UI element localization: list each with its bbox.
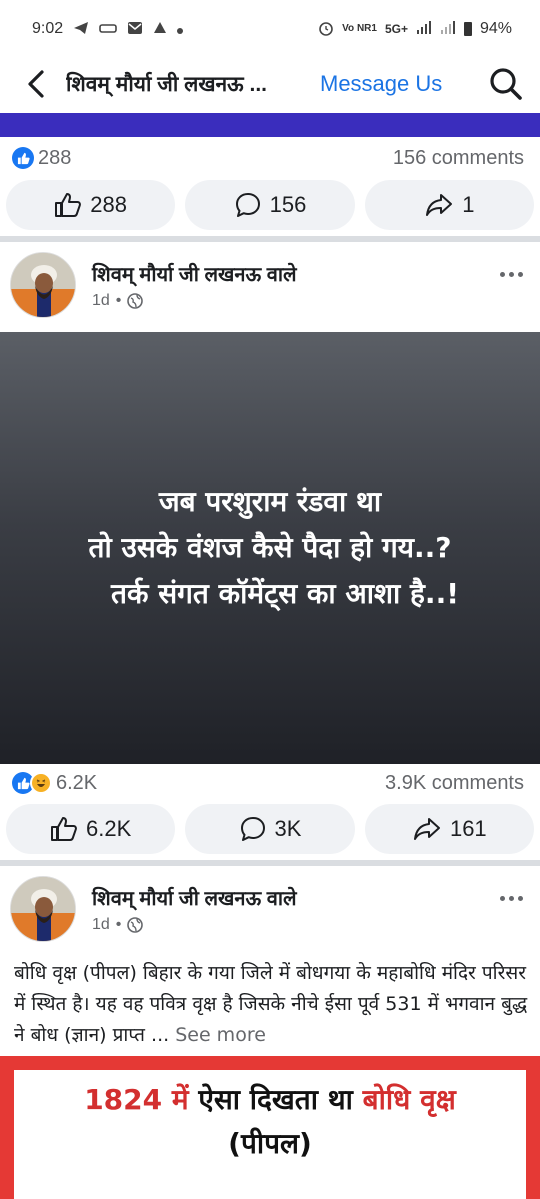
post2-header: शिवम् मौर्या जी लखनऊ वाले 1d •: [0, 252, 540, 332]
app-header: शिवम् मौर्या जी लखनऊ ... Message Us: [0, 58, 540, 110]
card-line-1: जब परशुराम रंडवा था: [158, 485, 382, 518]
post2-reaction-count: 6.2K: [56, 771, 98, 794]
avatar[interactable]: [10, 876, 76, 942]
post1-comments-summary[interactable]: 156 comments: [393, 147, 524, 170]
search-button[interactable]: [486, 64, 526, 104]
back-arrow-icon: [28, 70, 44, 98]
share-icon: [426, 194, 453, 216]
globe-icon: [127, 917, 144, 933]
image-headline-black: ऐसा दिखता था: [198, 1083, 363, 1116]
post3-author[interactable]: शिवम् मौर्या जी लखनऊ वाले: [92, 884, 297, 911]
page-title: शिवम् मौर्या जी लखनऊ ...: [66, 73, 267, 96]
post-separator: [0, 860, 540, 866]
post1-share-label: 1: [462, 192, 475, 217]
post2-reaction-summary[interactable]: 6.2K 3.9K comments: [0, 765, 540, 801]
post2-comment-label: 3K: [274, 816, 302, 841]
status-time: 9:02: [32, 20, 64, 37]
post2-dot: •: [115, 292, 122, 309]
haha-reaction-icon: [30, 772, 52, 794]
post2-like-button[interactable]: 6.2K: [6, 804, 176, 854]
post1-share-button[interactable]: 1: [364, 180, 534, 230]
image-headline-line2: (पीपल): [228, 1127, 312, 1160]
battery-icon: [463, 22, 472, 36]
status-left: 9:02: [32, 20, 184, 38]
card-line-2: तो उसके वंशज कैसे पैदा हो गय..?: [88, 531, 452, 564]
post2-meta: 1d •: [92, 292, 144, 310]
see-more-link[interactable]: See more: [175, 1024, 266, 1046]
image-headline-line1: 1824 में ऐसा दिखता था बोधि वृक्ष: [84, 1080, 456, 1118]
post3-body: बोधि वृक्ष (पीपल) बिहार के गया जिले में …: [14, 962, 528, 1046]
avatar[interactable]: [10, 252, 76, 318]
battery-label: 94%: [479, 20, 512, 37]
post3-image[interactable]: 1824 में ऐसा दिखता था बोधि वृक्ष (पीपल): [0, 1056, 540, 1199]
signal-icon-2: [440, 20, 456, 38]
telegram-icon: [73, 21, 89, 38]
status-right: Vo NR1 5G+ 94%: [318, 20, 512, 39]
post3-image-inner: 1824 में ऐसा दिखता था बोधि वृक्ष (पीपल): [14, 1070, 526, 1199]
like-reaction-icon: [12, 147, 34, 169]
post3-meta: 1d •: [92, 916, 144, 934]
comment-icon: [240, 817, 265, 841]
card-line-3: तर्क संगत कॉमेंट्स का आशा है..!: [111, 577, 459, 610]
post1-like-label: 288: [90, 192, 128, 217]
mail-icon: [127, 21, 143, 38]
more-icon-dot: [517, 271, 523, 277]
post1-actions: 288 156 1: [0, 180, 540, 230]
more-icon-dot: [508, 271, 514, 277]
like-icon: [51, 817, 77, 841]
post-separator: [0, 236, 540, 242]
post2-actions: 6.2K 3K 161: [0, 804, 540, 854]
post2-text-card[interactable]: जब परशुराम रंडवा था तो उसके वंशज कैसे पै…: [0, 332, 540, 764]
post1-comment-label: 156: [269, 192, 307, 217]
post1-comment-button[interactable]: 156: [185, 180, 355, 230]
post3-text: बोधि वृक्ष (पीपल) बिहार के गया जिले में …: [14, 958, 530, 1051]
post1-reaction-count: 288: [38, 146, 72, 169]
message-us-button[interactable]: Message Us: [320, 71, 442, 97]
image-headline-red1: 1824 में: [84, 1083, 199, 1116]
post1-like-button[interactable]: 288: [6, 180, 176, 230]
comment-icon: [235, 193, 260, 217]
post3-dot: •: [115, 916, 122, 933]
share-icon: [413, 818, 440, 840]
post2-time[interactable]: 1d: [92, 292, 110, 310]
post2-comments-summary[interactable]: 3.9K comments: [385, 772, 524, 795]
alarm-icon: [318, 20, 334, 39]
post3-more-button[interactable]: [494, 886, 528, 910]
back-button[interactable]: [20, 64, 52, 104]
signal-icon: [416, 20, 432, 38]
more-icon-dot: [517, 895, 523, 901]
globe-icon: [127, 293, 144, 309]
network-label: 5G+: [384, 22, 408, 36]
post3-time[interactable]: 1d: [92, 916, 110, 934]
cover-image-strip[interactable]: [0, 113, 540, 137]
alert-icon: [153, 21, 167, 37]
post2-share-button[interactable]: 161: [364, 804, 534, 854]
car-icon: [99, 21, 117, 37]
search-icon: [490, 68, 522, 100]
more-icon: [499, 271, 505, 277]
post2-comment-button[interactable]: 3K: [185, 804, 355, 854]
post3-header: शिवम् मौर्या जी लखनऊ वाले 1d •: [0, 876, 540, 956]
post1-reaction-summary[interactable]: 288 156 comments: [0, 140, 540, 176]
dot-icon: [177, 21, 184, 37]
post2-share-label: 161: [449, 816, 487, 841]
post2-more-button[interactable]: [494, 262, 528, 286]
post2-author[interactable]: शिवम् मौर्या जी लखनऊ वाले: [92, 260, 297, 287]
status-bar: 9:02 Vo NR1 5G+ 94%: [0, 0, 540, 58]
volte-label: Vo NR1: [342, 23, 377, 34]
more-icon-dot: [508, 895, 514, 901]
more-icon: [499, 895, 505, 901]
image-headline-red2: बोधि वृक्ष: [362, 1083, 456, 1116]
like-icon: [55, 193, 82, 217]
post2-like-label: 6.2K: [86, 816, 132, 841]
